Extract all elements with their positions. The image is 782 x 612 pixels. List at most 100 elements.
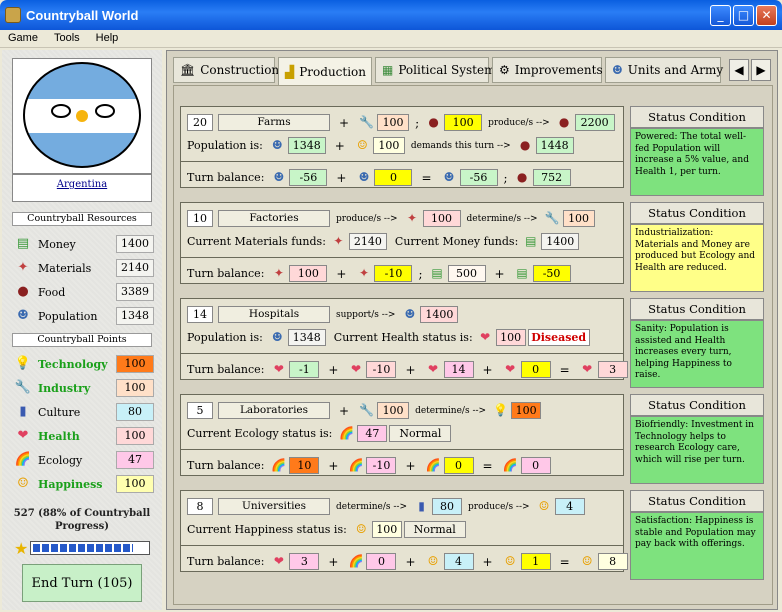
farms-name: Farms bbox=[218, 114, 330, 131]
factories-count[interactable]: 10 bbox=[187, 210, 213, 227]
point-ecology: 🌈 Ecology 47 bbox=[14, 450, 154, 470]
smiley-icon: ☺ bbox=[355, 522, 367, 536]
tab-next-button[interactable]: ▶ bbox=[751, 59, 771, 81]
wrench-icon: 🔧 bbox=[359, 115, 375, 129]
progress-bar bbox=[30, 541, 150, 555]
gear-icon: ⚙ bbox=[499, 63, 510, 77]
factories-block: 10 Factories produce/s --> ✦ 100 determi… bbox=[180, 202, 624, 284]
app-icon bbox=[5, 7, 21, 23]
population-icon: ☻ bbox=[404, 307, 416, 321]
point-technology: 💡 Technology 100 bbox=[14, 354, 154, 374]
tab-strip: 🏛 Construction ▟ Production ▦ Political Sys… bbox=[173, 57, 773, 85]
star-icon: ★ bbox=[14, 539, 29, 558]
population-icon: ☻ bbox=[358, 170, 370, 184]
farms-block: 20 Farms + 🔧 100 ; ● 100 produce/s --> ●… bbox=[180, 106, 624, 188]
menu-help[interactable]: Help bbox=[88, 30, 127, 47]
laboratories-block: 5 Laboratories + 🔧 100 determine/s --> 💡… bbox=[180, 394, 624, 476]
money-icon: ▤ bbox=[525, 234, 537, 248]
heart-icon: ❤ bbox=[350, 362, 361, 376]
status-condition-factories: Status Condition Industrialization: Mate… bbox=[630, 202, 764, 294]
heart-icon: ❤ bbox=[17, 428, 29, 443]
materials-icon: ✦ bbox=[358, 266, 369, 280]
rainbow-icon: 🌈 bbox=[425, 458, 441, 472]
rainbow-icon: 🌈 bbox=[502, 458, 518, 472]
farms-count[interactable]: 20 bbox=[187, 114, 213, 131]
heart-icon: ❤ bbox=[582, 362, 593, 376]
food-icon: ● bbox=[17, 284, 29, 299]
lightbulb-icon: 💡 bbox=[14, 356, 32, 371]
smiley-icon: ☺ bbox=[581, 554, 593, 568]
columns-icon: ▦ bbox=[382, 63, 394, 77]
money-icon: ▤ bbox=[16, 236, 30, 251]
point-culture: ▮ Culture 80 bbox=[14, 402, 154, 422]
tab-units-and-army[interactable]: ☻ Units and Army bbox=[605, 57, 723, 83]
country-flag bbox=[12, 58, 152, 174]
ecology-status: Normal bbox=[389, 425, 452, 442]
window-title: Countryball World bbox=[26, 7, 139, 23]
status-condition-hospitals: Status Condition Sanity: Population is a… bbox=[630, 298, 764, 390]
status-condition-farms: Status Condition Powered: The total well… bbox=[630, 106, 764, 198]
food-icon: ● bbox=[516, 170, 528, 184]
resource-food: ● Food 3389 bbox=[14, 282, 154, 302]
title-bar: Countryball World bbox=[0, 0, 782, 30]
food-icon: ● bbox=[519, 138, 531, 152]
wrench-icon: 🔧 bbox=[544, 211, 560, 225]
food-icon: ● bbox=[558, 115, 570, 129]
money-icon: ▤ bbox=[516, 266, 528, 280]
menu-bar: Game Tools Help bbox=[0, 30, 782, 48]
laboratories-count[interactable]: 5 bbox=[187, 402, 213, 419]
tab-construction[interactable]: 🏛 Construction bbox=[173, 57, 279, 83]
building-icon: 🏛 bbox=[180, 63, 196, 77]
food-icon: ● bbox=[428, 115, 439, 129]
rainbow-icon: 🌈 bbox=[348, 458, 364, 472]
population-icon: ☻ bbox=[271, 330, 283, 344]
heart-icon: ❤ bbox=[480, 330, 491, 344]
heart-icon: ❤ bbox=[505, 362, 516, 376]
close-button[interactable]: ✕ bbox=[756, 5, 777, 26]
main-panel: 🏛 Construction ▟ Production ▦ Political Sys… bbox=[166, 50, 778, 610]
smiley-icon: ☺ bbox=[427, 554, 439, 568]
hospitals-count[interactable]: 14 bbox=[187, 306, 213, 323]
population-icon: ☻ bbox=[271, 138, 283, 152]
materials-icon: ✦ bbox=[333, 234, 344, 248]
rainbow-icon: 🌈 bbox=[339, 426, 355, 440]
tab-improvements[interactable]: ⚙ Improvements bbox=[492, 57, 603, 83]
resource-money: ▤ Money 1400 bbox=[14, 234, 154, 254]
rainbow-icon: 🌈 bbox=[348, 554, 364, 568]
wrench-icon: 🔧 bbox=[359, 403, 375, 417]
tab-production[interactable]: ▟ Production bbox=[278, 57, 372, 85]
heart-icon: ❤ bbox=[428, 362, 439, 376]
status-condition-universities: Status Condition Satisfaction: Happiness… bbox=[630, 490, 764, 582]
point-happiness: ☺ Happiness 100 bbox=[14, 474, 154, 494]
resource-population: ☻ Population 1348 bbox=[14, 306, 154, 326]
money-icon: ▤ bbox=[431, 266, 443, 280]
left-panel: Argentina Countryball Resources ▤ Money … bbox=[2, 50, 162, 610]
universities-count[interactable]: 8 bbox=[187, 498, 213, 515]
points-header: Countryball Points bbox=[12, 333, 152, 347]
smiley-icon: ☺ bbox=[356, 138, 368, 152]
progress-text: 527 (88% of Countryball Progress) bbox=[13, 508, 151, 532]
lightbulb-icon: 💡 bbox=[493, 403, 509, 417]
tab-political-system[interactable]: ▦ Political System bbox=[375, 57, 495, 83]
menu-game[interactable]: Game bbox=[0, 30, 46, 47]
smiley-icon: ☺ bbox=[17, 476, 29, 491]
resources-header: Countryball Resources bbox=[12, 212, 152, 226]
book-icon: ▮ bbox=[19, 404, 27, 419]
maximize-button[interactable]: □ bbox=[733, 5, 754, 26]
minimize-button[interactable]: _ bbox=[710, 5, 731, 26]
status-condition-laboratories: Status Condition Biofriendly: Investment… bbox=[630, 394, 764, 486]
menu-tools[interactable]: Tools bbox=[46, 30, 88, 47]
heart-icon: ❤ bbox=[273, 362, 284, 376]
country-link[interactable]: Argentina bbox=[12, 174, 152, 202]
progress-fill bbox=[33, 544, 134, 552]
soldier-icon: ☻ bbox=[612, 63, 623, 77]
health-status: Diseased bbox=[527, 329, 590, 346]
smiley-icon: ☺ bbox=[538, 499, 550, 513]
end-turn-button[interactable]: End Turn (105) bbox=[22, 564, 142, 602]
heart-icon: ❤ bbox=[273, 554, 284, 568]
happiness-status: Normal bbox=[403, 521, 466, 538]
factory-icon: ▟ bbox=[285, 64, 295, 79]
book-icon: ▮ bbox=[418, 499, 425, 513]
tab-prev-button[interactable]: ◀ bbox=[729, 59, 749, 81]
production-content: 20 Farms + 🔧 100 ; ● 100 produce/s --> ●… bbox=[173, 85, 773, 605]
